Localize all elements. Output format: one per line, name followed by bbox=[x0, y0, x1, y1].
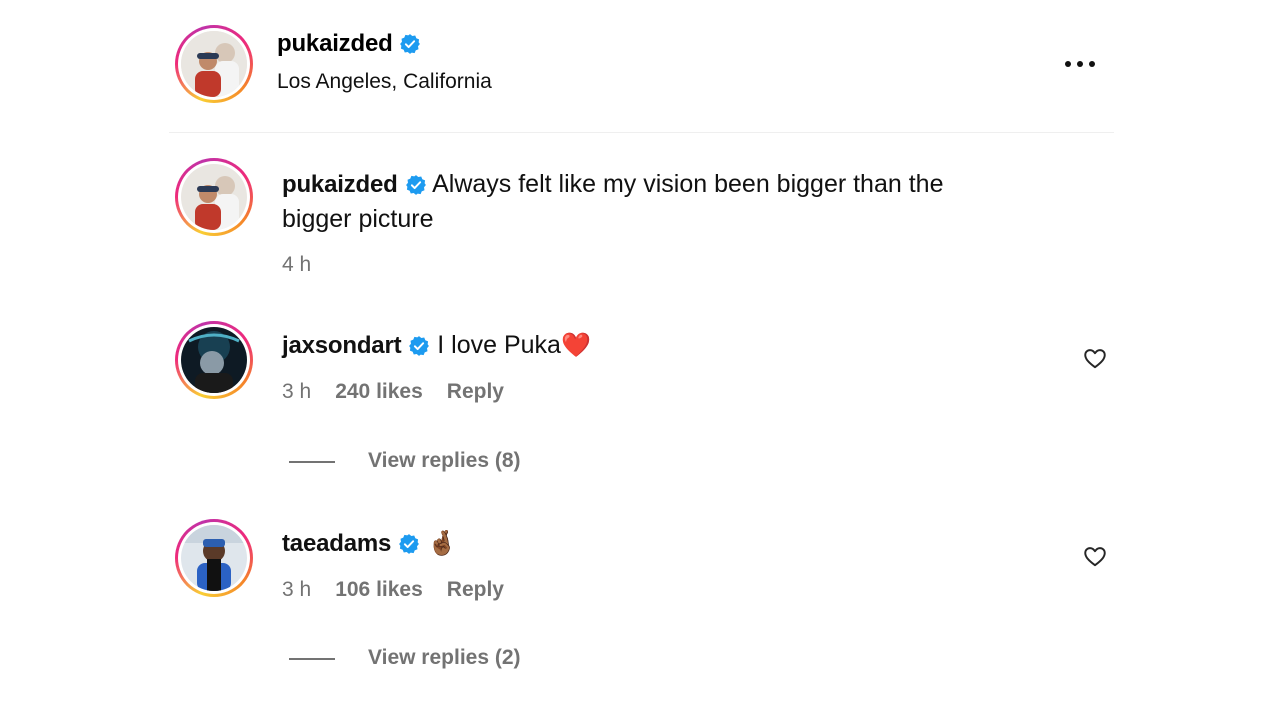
post-author-name[interactable]: pukaizded bbox=[277, 30, 421, 58]
fingers-crossed-emoji: 🤞🏾 bbox=[427, 530, 457, 557]
avatar-photo bbox=[181, 327, 247, 393]
heart-emoji: ❤️ bbox=[560, 332, 591, 359]
more-options-icon[interactable] bbox=[1062, 56, 1098, 77]
verified-badge-icon bbox=[398, 533, 420, 555]
verified-badge-icon bbox=[408, 335, 430, 357]
verified-badge-icon bbox=[405, 174, 427, 196]
reply-button[interactable]: Reply bbox=[447, 380, 504, 404]
comment-username[interactable]: taeadams bbox=[282, 530, 391, 557]
comment-meta-row: 3 h 106 likes Reply bbox=[282, 578, 504, 602]
comment-username[interactable]: jaxsondart bbox=[282, 332, 402, 359]
view-replies-button[interactable]: View replies (8) bbox=[368, 449, 521, 473]
view-replies-line bbox=[289, 658, 335, 660]
comment-meta-row: 3 h 240 likes Reply bbox=[282, 380, 504, 404]
avatar-photo bbox=[181, 31, 247, 97]
like-heart-icon[interactable] bbox=[1082, 543, 1108, 569]
comment-likes[interactable]: 240 likes bbox=[335, 380, 423, 404]
verified-badge-icon bbox=[399, 33, 421, 55]
comment-text: I love Puka bbox=[437, 331, 561, 359]
post-author-avatar[interactable] bbox=[175, 25, 253, 103]
comment-time[interactable]: 3 h bbox=[282, 380, 311, 404]
username-text[interactable]: pukaizded bbox=[277, 30, 393, 57]
caption-text-line2: bigger picture bbox=[282, 205, 434, 233]
comment-avatar-taeadams[interactable] bbox=[175, 519, 253, 597]
view-replies-button[interactable]: View replies (2) bbox=[368, 646, 521, 670]
caption-author-avatar[interactable] bbox=[175, 158, 253, 236]
header-divider bbox=[169, 132, 1114, 133]
caption-time[interactable]: 4 h bbox=[282, 253, 311, 277]
comment-likes[interactable]: 106 likes bbox=[335, 578, 423, 602]
comment-text-block: taeadams 🤞🏾 bbox=[282, 527, 457, 560]
like-heart-icon[interactable] bbox=[1082, 345, 1108, 371]
caption-text-line1: Always felt like my vision been bigger t… bbox=[432, 170, 944, 198]
view-replies-line bbox=[289, 461, 335, 463]
post-location[interactable]: Los Angeles, California bbox=[277, 70, 492, 94]
reply-button[interactable]: Reply bbox=[447, 578, 504, 602]
avatar-photo bbox=[181, 164, 247, 230]
caption-text-block: pukaizded Always felt like my vision bee… bbox=[282, 167, 1082, 236]
comment-avatar-jaxsondart[interactable] bbox=[175, 321, 253, 399]
caption-username[interactable]: pukaizded bbox=[282, 171, 398, 198]
comment-text-block: jaxsondart I love Puka❤️ bbox=[282, 329, 591, 362]
comment-time[interactable]: 3 h bbox=[282, 578, 311, 602]
avatar-photo bbox=[181, 525, 247, 591]
